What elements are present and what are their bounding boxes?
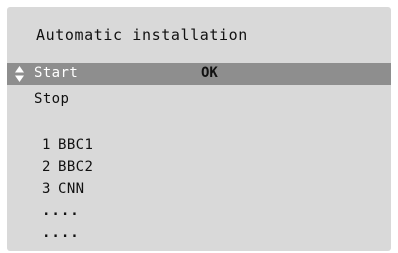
channel-name: BBC2 bbox=[58, 159, 94, 175]
channel-number: 1 bbox=[42, 137, 51, 153]
channel-item: 2 BBC2 bbox=[42, 159, 93, 181]
menu-item-start-label: Start bbox=[34, 65, 79, 81]
channel-number: 2 bbox=[42, 159, 51, 175]
channel-name: BBC1 bbox=[58, 137, 94, 153]
channel-item: 3 CNN bbox=[42, 181, 93, 203]
installation-screen: Automatic installation Start OK Stop 1 BB… bbox=[7, 7, 391, 251]
status-text: OK bbox=[201, 65, 218, 81]
menu-item-stop-label: Stop bbox=[34, 91, 70, 107]
page-title: Automatic installation bbox=[36, 26, 248, 44]
channel-placeholder: .... bbox=[42, 225, 80, 241]
channel-name: CNN bbox=[58, 181, 85, 197]
channel-item: 1 BBC1 bbox=[42, 137, 93, 159]
channel-number: 3 bbox=[42, 181, 51, 197]
channel-placeholder: .... bbox=[42, 203, 80, 219]
menu-item-start[interactable]: Start OK bbox=[7, 63, 391, 85]
channel-list: 1 BBC1 2 BBC2 3 CNN .... .... bbox=[42, 137, 93, 247]
up-down-arrows-icon bbox=[15, 66, 24, 82]
menu-item-stop[interactable]: Stop bbox=[7, 89, 391, 111]
